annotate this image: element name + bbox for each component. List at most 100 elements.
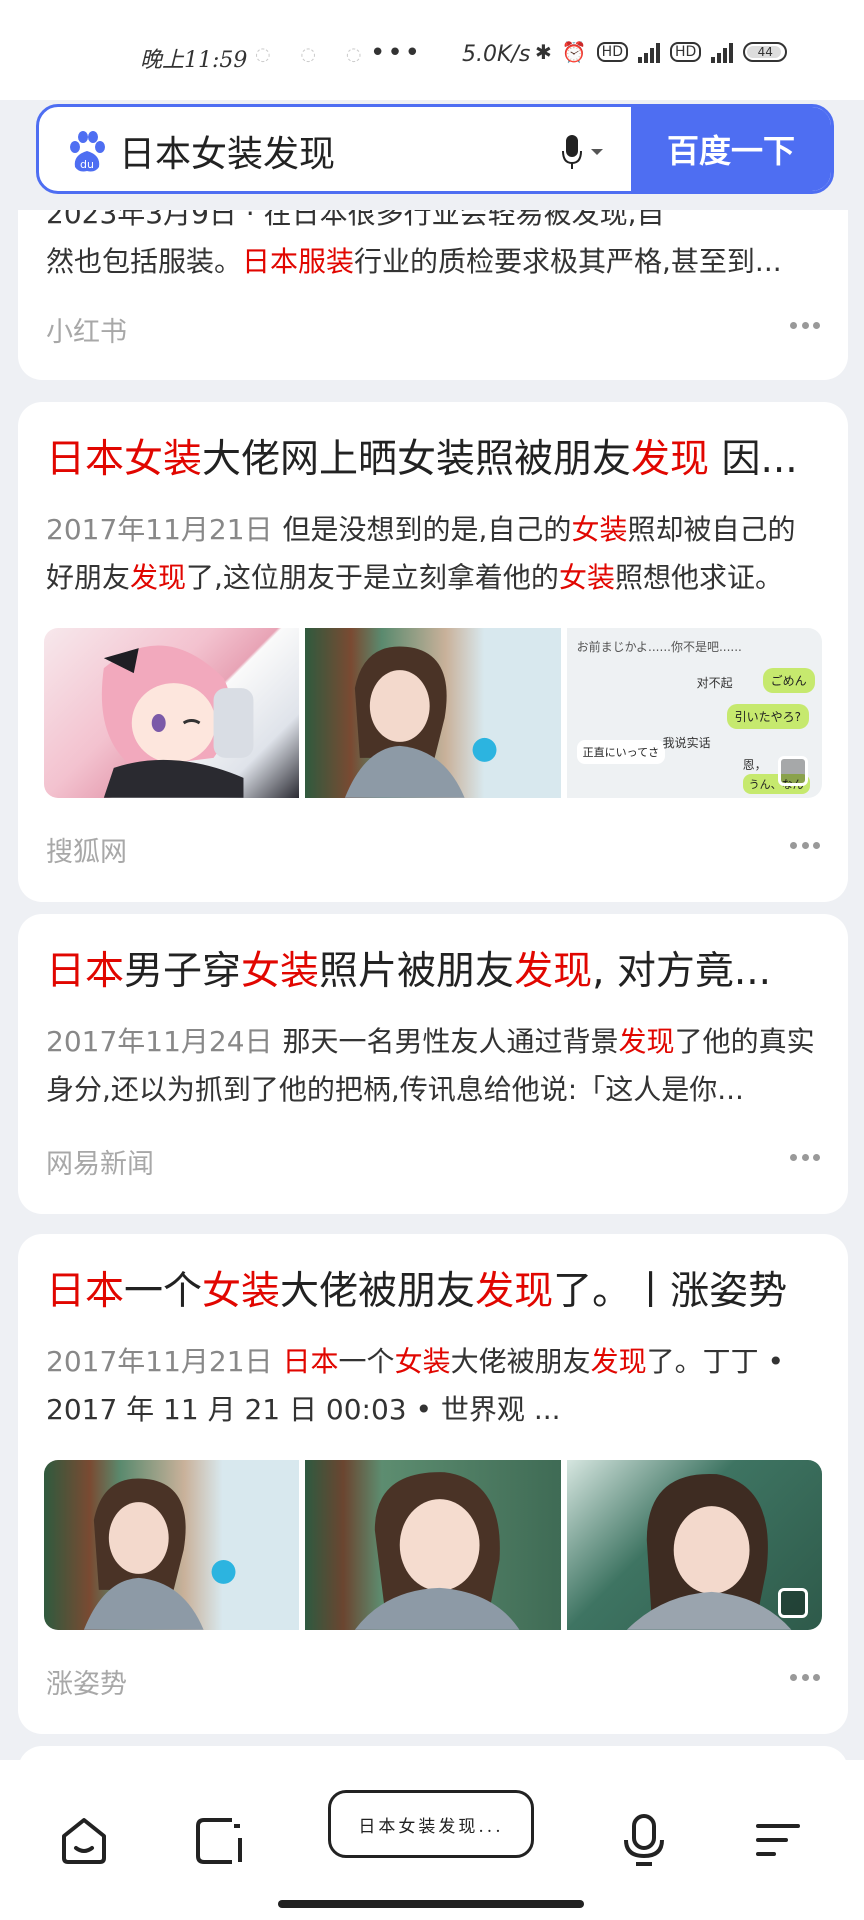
signal-icon: [637, 41, 660, 63]
title-highlight: 女装: [202, 1269, 281, 1314]
snippet-text: 了,这位朋友于是立刻拿着他的: [186, 561, 559, 594]
chat-bubble: ごめん: [762, 668, 815, 693]
result-card[interactable]: 日本男子穿女装照片被朋友发现, 对方竟... 2017年11月24日 那天一名男性…: [18, 914, 848, 1214]
result-source[interactable]: 涨姿势: [46, 1662, 127, 1701]
chat-line: 恩，: [742, 758, 767, 772]
snippet-highlight: 发现: [590, 1345, 647, 1378]
result-title[interactable]: 日本女装大佬网上晒女装照被朋友发现 因...: [46, 428, 836, 484]
anime-character-image[interactable]: [44, 628, 300, 798]
title-text: 照片被朋友: [319, 949, 515, 994]
more-dots-icon[interactable]: [790, 1674, 820, 1684]
battery-level: 44: [757, 45, 773, 59]
chat-screenshot-image[interactable]: お前まじかよ......你不是吧...... 对不起 ごめん 引いたやろ? 正直…: [566, 628, 822, 798]
more-dots-icon[interactable]: [790, 1154, 820, 1164]
title-highlight: 日本: [46, 949, 125, 994]
result-images[interactable]: お前まじかよ......你不是吧...... 对不起 ごめん 引いたやろ? 正直…: [44, 628, 822, 798]
title-highlight: 女装: [241, 949, 320, 994]
title-highlight: 发现: [475, 1269, 554, 1314]
result-card[interactable]: 日本女装大佬网上晒女装照被朋友发现 因... 2017年11月21日 但是没想到的…: [18, 402, 848, 902]
snippet-highlight: 发现: [130, 561, 187, 594]
snippet-cut-text: 2023年3月9日 · 在日本很多行业会轻易被发现,自: [46, 210, 665, 230]
person-shape: [355, 1472, 520, 1630]
tabs-icon[interactable]: [190, 1810, 250, 1870]
snippet-highlight: 发现: [618, 1025, 675, 1058]
menu-icon[interactable]: [748, 1810, 808, 1870]
chat-line: 我说实话: [662, 736, 711, 750]
gallery-icon: [777, 1588, 808, 1618]
title-highlight: 发现: [514, 949, 593, 994]
network-speed: 5.0K/s: [462, 42, 531, 67]
snippet-highlight: 女装: [558, 561, 615, 594]
result-snippet: 2017年11月21日 但是没想到的是,自己的女装照却被自己的好朋友发现了,这位朋…: [46, 506, 822, 602]
title-text: 男子穿: [124, 949, 242, 994]
status-time: 晚上11:59: [140, 48, 248, 73]
snippet-text: 行业的质检要求极其严格,甚至到...: [354, 245, 782, 278]
snippet-highlight: 女装: [571, 513, 628, 546]
snippet-text: 大佬被朋友: [450, 1345, 591, 1378]
result-source[interactable]: 搜狐网: [46, 830, 127, 869]
alarm-icon: ⏰: [561, 40, 587, 64]
photo-image[interactable]: [305, 628, 561, 798]
bluetooth-icon: ✱: [535, 40, 552, 64]
snippet-highlight: 女装: [394, 1345, 451, 1378]
snippet-text: 那天一名男性友人通过背景: [282, 1025, 619, 1058]
result-card-next[interactable]: [18, 1746, 848, 1760]
result-source[interactable]: 小红书: [46, 310, 127, 349]
result-snippet: 2017年11月24日 那天一名男性友人通过背景发现了他的真实身分,还以为抓到了他…: [46, 1018, 822, 1114]
result-title[interactable]: 日本一个女装大佬被朋友发现了。丨涨姿势: [46, 1260, 836, 1316]
result-snippet-cut: 2023年3月9日 · 在日本很多行业会轻易被发现,自: [46, 210, 822, 230]
chat-bubble: 正直にいってさ: [576, 740, 666, 764]
result-source[interactable]: 网易新闻: [46, 1142, 154, 1181]
result-snippet: 然也包括服装。日本服装行业的质检要求极其严格,甚至到...: [46, 238, 822, 286]
baidu-paw-icon: du: [70, 131, 105, 172]
more-dots-icon[interactable]: [790, 842, 820, 852]
result-title[interactable]: 日本男子穿女装照片被朋友发现, 对方竟...: [46, 940, 836, 996]
title-text: , 对方竟...: [592, 949, 772, 994]
photo-image[interactable]: [305, 1460, 561, 1630]
title-text: 大佬被朋友: [280, 1269, 476, 1314]
chat-line: お前まじかよ......你不是吧......: [576, 640, 742, 654]
hd-icon: HD: [596, 42, 628, 62]
photo-image[interactable]: [44, 1460, 300, 1630]
person-shape: [83, 1478, 236, 1630]
result-date: 2017年11月21日: [46, 1345, 273, 1378]
hd-icon-2: HD: [669, 42, 702, 62]
result-images[interactable]: [44, 1460, 822, 1630]
search-button[interactable]: 百度一下: [631, 107, 831, 191]
title-highlight: 日本女装: [46, 437, 203, 482]
query-chip[interactable]: 日本女装发现...: [328, 1790, 534, 1858]
title-text: 了。丨涨姿势: [553, 1269, 788, 1314]
title-text: 因...: [709, 437, 798, 482]
microphone-icon[interactable]: [559, 133, 609, 173]
snippet-text: 然也包括服装。: [46, 245, 243, 278]
home-indicator[interactable]: [278, 1900, 584, 1908]
result-date: 2017年11月21日: [46, 513, 273, 546]
voice-icon[interactable]: [614, 1810, 674, 1870]
title-highlight: 发现: [631, 437, 710, 482]
snippet-text: 但是没想到的是,自己的: [282, 513, 572, 546]
anime-figure-shape: [101, 645, 254, 798]
home-icon[interactable]: [54, 1810, 114, 1870]
snippet-highlight: 日本服装: [242, 245, 355, 278]
status-more-icon: •••: [370, 38, 423, 68]
more-dots-icon[interactable]: [790, 322, 820, 332]
snippet-highlight: 日本: [282, 1345, 339, 1378]
snippet-text: 照想他求证。: [614, 561, 783, 594]
result-date: 2017年11月24日: [46, 1025, 273, 1058]
status-icons: ✱ ⏰ HD HD 44: [535, 40, 788, 64]
search-input[interactable]: 日本女装发现: [119, 125, 335, 177]
results-list[interactable]: 2023年3月9日 · 在日本很多行业会轻易被发现,自 然也包括服装。日本服装行…: [0, 210, 864, 1760]
bottom-nav: 日本女装发现...: [0, 1760, 864, 1920]
result-snippet: 2017年11月21日 日本一个女装大佬被朋友发现了。丁丁 • 2017 年 11…: [46, 1338, 822, 1434]
result-card[interactable]: 2023年3月9日 · 在日本很多行业会轻易被发现,自 然也包括服装。日本服装行…: [18, 210, 848, 380]
search-bar[interactable]: du 日本女装发现 百度一下: [36, 104, 834, 194]
title-text: 一个: [124, 1269, 203, 1314]
snippet-text: 一个: [338, 1345, 395, 1378]
status-bar: 晚上11:59 ◌ ◌ ◌ ••• 5.0K/s ✱ ⏰ HD HD 44: [0, 0, 864, 100]
title-text: 大佬网上晒女装照被朋友: [202, 437, 632, 482]
person-shape: [345, 646, 497, 798]
photo-image[interactable]: [566, 1460, 822, 1630]
result-card[interactable]: 日本一个女装大佬被朋友发现了。丨涨姿势 2017年11月21日 日本一个女装大佬被…: [18, 1234, 848, 1734]
notification-icons: ◌ ◌ ◌: [255, 44, 374, 65]
chat-bubble: 引いたやろ?: [726, 704, 810, 729]
